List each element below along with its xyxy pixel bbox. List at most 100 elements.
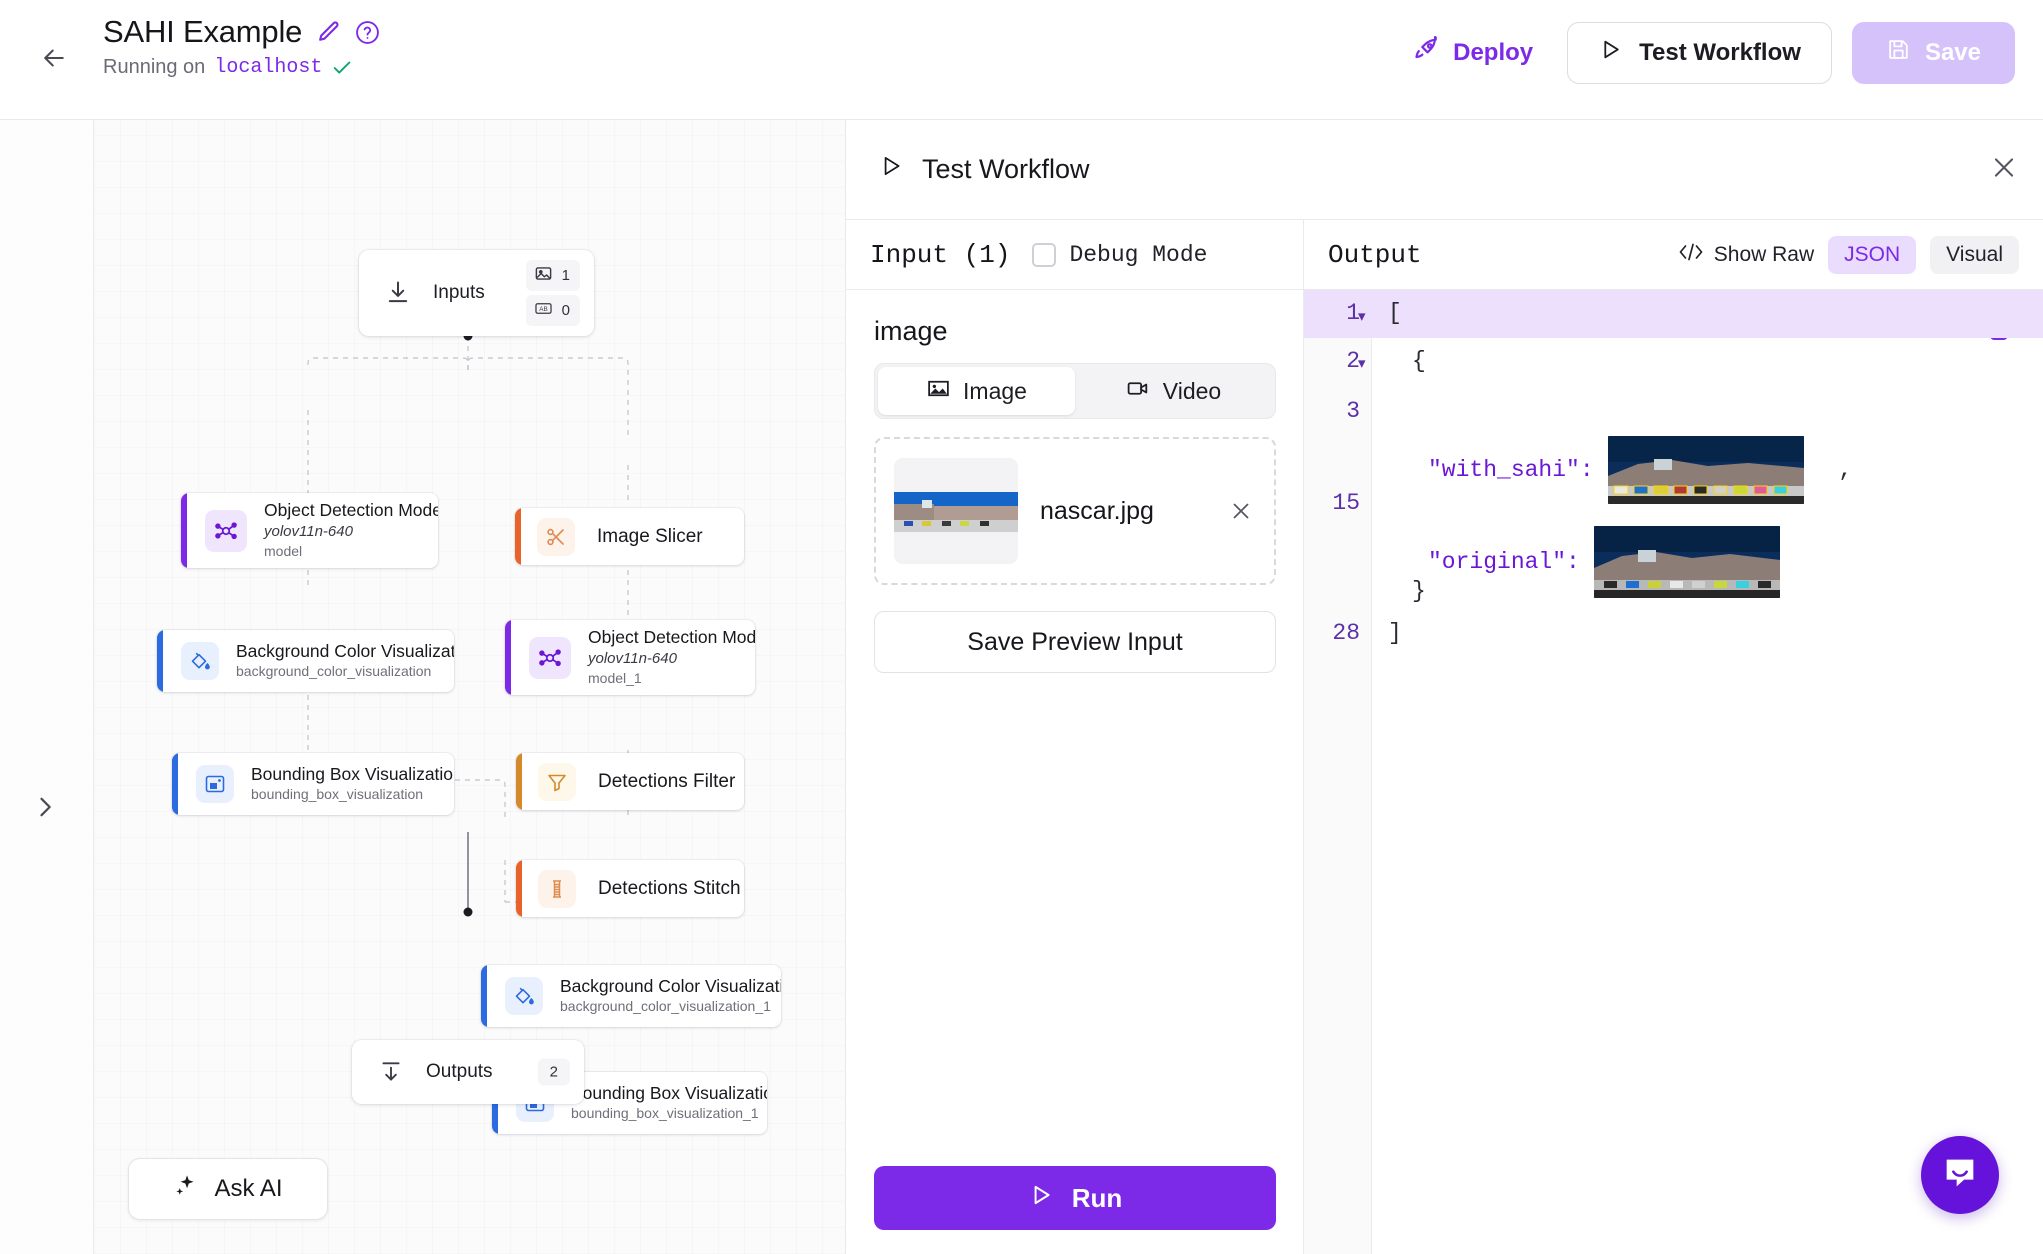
svg-text:AB: AB <box>539 306 547 313</box>
file-name-label: nascar.jpg <box>1040 496 1154 525</box>
node-text: Object Detection Model yolov11n-640 mode… <box>264 500 438 561</box>
view-mode-visual[interactable]: Visual <box>1930 235 2019 274</box>
node-subtitle: bounding_box_visualization <box>251 786 424 803</box>
test-panel-title-block: Test Workflow <box>878 153 1090 186</box>
node-version: yolov11n-640 <box>264 522 353 540</box>
view-mode-json[interactable]: JSON <box>1828 235 1917 274</box>
node-inputs[interactable]: Inputs 1 AB 0 <box>359 250 594 336</box>
json-line: 28 ] <box>1304 616 2043 660</box>
node-title: Detections Stitch <box>598 877 741 899</box>
json-code: [ <box>1388 300 1402 326</box>
scissors-icon <box>537 517 575 556</box>
node-title: Object Detection Model <box>264 499 438 520</box>
tab-image[interactable]: Image <box>878 367 1075 415</box>
node-title: Bounding Box Visualization <box>251 763 454 784</box>
inputs-image-badge: 1 <box>525 260 580 291</box>
line-number: 28 <box>1332 620 1360 646</box>
play-icon <box>1028 1182 1054 1215</box>
image-icon <box>534 264 553 287</box>
json-line: 15 "original": <box>1304 476 2043 598</box>
node-outputs[interactable]: Outputs 2 <box>352 1040 584 1104</box>
code-brackets-icon <box>1678 242 1704 268</box>
line-number: 15 <box>1332 490 1360 516</box>
node-subtitle: bounding_box_visualization_1 <box>571 1105 759 1122</box>
node-subtitle: background_color_visualization_1 <box>560 998 771 1015</box>
ask-ai-label: Ask AI <box>214 1175 283 1202</box>
paint-bucket-icon <box>505 977 543 1015</box>
node-accent-bar <box>157 630 163 692</box>
json-code: ] <box>1388 620 1402 646</box>
close-panel-button[interactable] <box>1989 152 2019 187</box>
chevron-down-icon[interactable]: ▾ <box>1358 307 1366 325</box>
node-title: Image Slicer <box>597 525 703 547</box>
test-panel-title: Test Workflow <box>922 154 1090 184</box>
node-text: Image Slicer <box>597 525 703 549</box>
model-graph-icon <box>529 636 571 679</box>
outputs-badges: 2 <box>537 1058 570 1086</box>
save-preview-input-button[interactable]: Save Preview Input <box>874 611 1276 673</box>
tab-video[interactable]: Video <box>1075 367 1272 415</box>
test-panel-header: Test Workflow <box>846 120 2043 220</box>
remove-file-button[interactable] <box>1228 498 1254 524</box>
node-title: Background Color Visualization <box>560 975 781 996</box>
deploy-button[interactable]: Deploy <box>1399 26 1547 81</box>
workflow-title-block: SAHI Example Running on localhost <box>103 14 380 79</box>
check-icon <box>331 57 353 79</box>
chat-widget-button[interactable] <box>1921 1136 1999 1214</box>
node-object-detection-model[interactable]: Object Detection Model yolov11n-640 mode… <box>181 493 438 568</box>
running-host-label: localhost <box>214 56 323 79</box>
inputs-text-badge: AB 0 <box>525 295 580 326</box>
image-icon <box>926 376 951 407</box>
question-circle-icon[interactable] <box>355 20 380 45</box>
node-text: Background Color Visualization backgroun… <box>560 976 781 1017</box>
close-icon <box>1989 152 2019 187</box>
model-graph-icon <box>205 509 247 552</box>
back-button[interactable] <box>36 42 72 78</box>
node-detections-filter[interactable]: Detections Filter <box>516 753 744 810</box>
workflow-canvas[interactable]: Inputs 1 AB 0 Object Detection Model yol… <box>0 120 845 1254</box>
messenger-chat-icon <box>1940 1153 1980 1198</box>
pencil-icon[interactable] <box>316 20 341 45</box>
json-line: 1 ▾ [ <box>1304 290 2043 338</box>
json-output-viewer[interactable]: 1 ▾ [ 2 ▾ { 3 "with_sahi": , 15 "origina… <box>1304 290 2043 1254</box>
show-raw-button[interactable]: Show Raw <box>1678 242 1814 268</box>
output-column: Output Show Raw JSON Visual 1 ▾ [2 ▾ {… <box>1304 220 2043 1254</box>
debug-mode-checkbox[interactable] <box>1032 242 1057 267</box>
debug-mode-label: Debug Mode <box>1069 241 1208 268</box>
json-key: "original": <box>1428 548 1580 575</box>
node-object-detection-model-1[interactable]: Object Detection Model yolov11n-640 mode… <box>505 620 755 695</box>
node-bounding-box-visualization[interactable]: Bounding Box Visualization bounding_box_… <box>172 753 454 815</box>
save-preview-label: Save Preview Input <box>967 627 1183 656</box>
sparkles-icon <box>173 1172 200 1206</box>
node-detections-stitch[interactable]: Detections Stitch <box>516 860 744 917</box>
text-ab-icon: AB <box>534 299 553 322</box>
test-workflow-button[interactable]: Test Workflow <box>1567 22 1832 84</box>
node-image-slicer[interactable]: Image Slicer <box>515 508 744 565</box>
test-workflow-panel: Test Workflow Input (1) Debug Mode image… <box>845 120 2043 1254</box>
node-accent-bar <box>172 753 178 815</box>
node-title: Object Detection Model <box>588 626 755 647</box>
video-camera-icon <box>1126 376 1151 407</box>
image-dropzone[interactable]: nascar.jpg <box>874 437 1276 585</box>
inputs-text-count: 0 <box>561 302 570 319</box>
test-panel-body: Input (1) Debug Mode image Image Video n… <box>846 220 2043 1254</box>
save-button[interactable]: Save <box>1851 22 2015 84</box>
page-title: SAHI Example <box>103 14 303 49</box>
json-line: 3 "with_sahi": , <box>1304 384 2043 504</box>
expand-sidebar-button[interactable] <box>28 792 62 826</box>
node-text: Object Detection Model yolov11n-640 mode… <box>588 627 755 688</box>
media-type-tabs: Image Video <box>874 363 1276 419</box>
node-background-color-visualization[interactable]: Background Color Visualization backgroun… <box>157 630 454 692</box>
node-inputs-label: Inputs <box>433 282 485 303</box>
download-arrow-icon <box>375 270 421 316</box>
debug-mode-toggle[interactable]: Debug Mode <box>1032 242 1207 268</box>
node-background-color-visualization-1[interactable]: Background Color Visualization backgroun… <box>481 965 781 1027</box>
run-button[interactable]: Run <box>874 1166 1276 1230</box>
arrow-left-icon <box>39 43 69 78</box>
chevron-down-icon[interactable]: ▾ <box>1358 354 1366 372</box>
save-label: Save <box>1924 39 1981 66</box>
ask-ai-button[interactable]: Ask AI <box>128 1158 328 1220</box>
inputs-image-count: 1 <box>561 267 570 284</box>
node-text: Detections Filter <box>598 770 735 794</box>
deploy-label: Deploy <box>1453 39 1534 66</box>
